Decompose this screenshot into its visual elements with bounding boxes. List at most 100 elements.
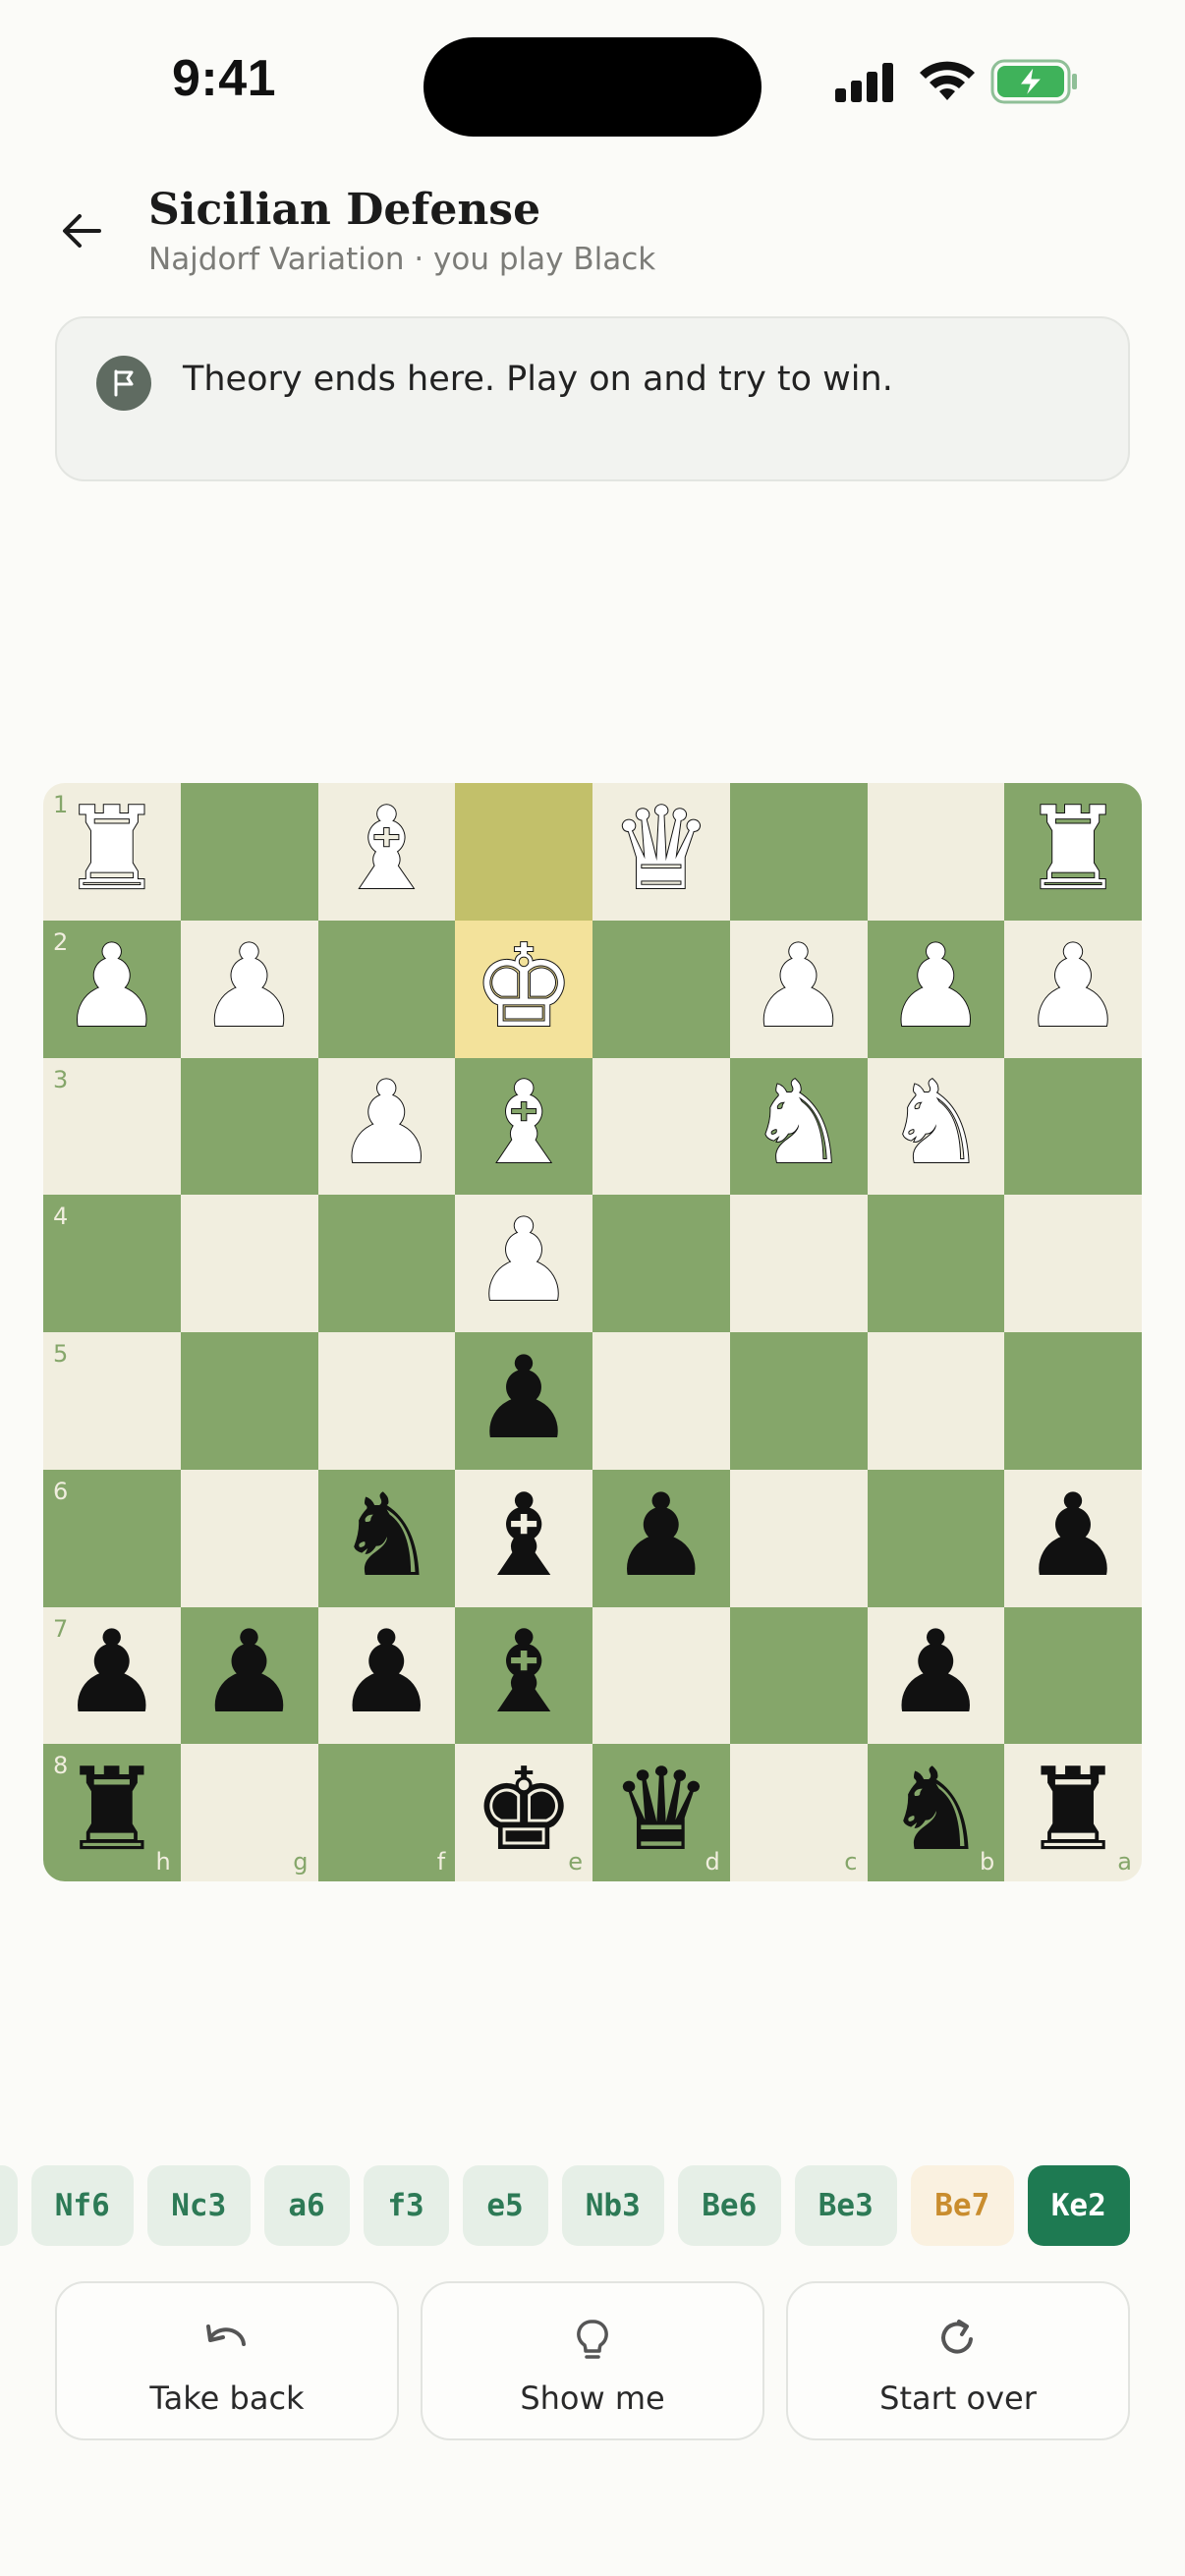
white-pawn-icon[interactable]: ♟ <box>747 928 851 1044</box>
square-d3[interactable] <box>592 1057 730 1196</box>
white-pawn-icon[interactable]: ♟ <box>883 928 988 1044</box>
square-d4[interactable] <box>592 1195 730 1332</box>
move-chip[interactable]: e5 <box>462 2165 548 2246</box>
square-c6[interactable] <box>729 1469 868 1607</box>
square-f3[interactable]: ♟ <box>317 1057 456 1196</box>
black-pawn-icon[interactable]: ♟ <box>1022 1479 1124 1594</box>
back-button[interactable] <box>47 196 116 265</box>
square-c8[interactable]: c <box>729 1744 868 1881</box>
square-h7[interactable]: 7 ♟ <box>43 1606 181 1745</box>
start-over-button[interactable]: Start over <box>786 2281 1130 2440</box>
black-pawn-icon[interactable]: ♟ <box>61 1616 163 1730</box>
chess-board[interactable]: 1 ♜ ♝ ♛ ♜ 2 ♟ ♟ ♚ ♟ ♟ ♟ 3 ♟ ♝ ♞ ♞ 4 ♟ 5 ♟ 6 ♞ ♝ ♟ ♟ 7 ♟ ♟ ♟ ♝ ♟ 8 h ♜ g f e ♚ d… <box>43 783 1142 1881</box>
square-b7[interactable]: ♟ <box>867 1606 1005 1745</box>
black-rook-icon[interactable]: ♜ <box>61 1754 163 1868</box>
move-chip[interactable]: Nf6 <box>30 2165 134 2246</box>
square-g4[interactable] <box>180 1195 318 1332</box>
square-d5[interactable] <box>592 1332 730 1470</box>
black-knight-icon[interactable]: ♞ <box>884 1754 987 1868</box>
white-pawn-icon[interactable]: ♟ <box>60 928 164 1044</box>
square-a7[interactable] <box>1004 1606 1142 1745</box>
square-g1[interactable] <box>180 783 318 921</box>
square-f5[interactable] <box>317 1332 456 1470</box>
square-d8[interactable]: d ♛ <box>592 1744 730 1881</box>
black-knight-icon[interactable]: ♞ <box>335 1479 437 1594</box>
square-c3[interactable]: ♞ <box>729 1057 868 1196</box>
move-chip[interactable] <box>0 2165 18 2246</box>
black-pawn-icon[interactable]: ♟ <box>473 1341 575 1456</box>
white-bishop-icon[interactable]: ♝ <box>472 1066 576 1182</box>
current-move-chip[interactable]: Ke2 <box>1027 2165 1130 2246</box>
white-queen-icon[interactable]: ♛ <box>609 791 713 907</box>
square-f7[interactable]: ♟ <box>317 1606 456 1745</box>
black-bishop-icon[interactable]: ♝ <box>473 1479 575 1594</box>
square-g7[interactable]: ♟ <box>180 1606 318 1745</box>
square-e3[interactable]: ♝ <box>455 1057 592 1196</box>
square-e8[interactable]: e ♚ <box>455 1744 592 1881</box>
black-pawn-icon[interactable]: ♟ <box>884 1616 987 1730</box>
move-chip[interactable]: Be3 <box>794 2165 897 2246</box>
show-me-button[interactable]: Show me <box>421 2281 764 2440</box>
square-e5[interactable]: ♟ <box>455 1332 592 1470</box>
black-pawn-icon[interactable]: ♟ <box>335 1616 437 1730</box>
move-chip[interactable]: Be7 <box>911 2165 1014 2246</box>
square-a3[interactable] <box>1004 1057 1142 1196</box>
square-e7[interactable]: ♝ <box>455 1606 592 1745</box>
square-a5[interactable] <box>1004 1332 1142 1470</box>
square-f2[interactable] <box>317 920 456 1058</box>
white-rook-icon[interactable]: ♜ <box>60 791 164 907</box>
square-b1[interactable] <box>867 783 1005 921</box>
square-f8[interactable]: f <box>317 1744 456 1881</box>
black-queen-icon[interactable]: ♛ <box>610 1754 712 1868</box>
square-c2[interactable]: ♟ <box>729 920 868 1058</box>
square-b3[interactable]: ♞ <box>867 1057 1005 1196</box>
black-bishop-icon[interactable]: ♝ <box>473 1616 575 1730</box>
square-g5[interactable] <box>180 1332 318 1470</box>
square-c1[interactable] <box>729 783 868 921</box>
square-g8[interactable]: g <box>180 1744 318 1881</box>
white-knight-icon[interactable]: ♞ <box>883 1066 988 1182</box>
square-e6[interactable]: ♝ <box>455 1469 592 1607</box>
square-h6[interactable]: 6 <box>43 1469 181 1607</box>
square-h4[interactable]: 4 <box>43 1195 181 1332</box>
square-b4[interactable] <box>867 1195 1005 1332</box>
black-pawn-icon[interactable]: ♟ <box>198 1616 301 1730</box>
move-chip[interactable]: Nb3 <box>561 2165 664 2246</box>
square-h2[interactable]: 2 ♟ <box>43 920 181 1058</box>
white-pawn-icon[interactable]: ♟ <box>1021 928 1125 1044</box>
square-g3[interactable] <box>180 1057 318 1196</box>
square-a8[interactable]: a ♜ <box>1004 1744 1142 1881</box>
square-a2[interactable]: ♟ <box>1004 920 1142 1058</box>
take-back-button[interactable]: Take back <box>55 2281 399 2440</box>
square-d2[interactable] <box>592 920 730 1058</box>
move-chip[interactable]: a6 <box>263 2165 350 2246</box>
square-d6[interactable]: ♟ <box>592 1469 730 1607</box>
move-chip[interactable]: Be6 <box>678 2165 781 2246</box>
square-g6[interactable] <box>180 1469 318 1607</box>
square-d7[interactable] <box>592 1606 730 1745</box>
square-a4[interactable] <box>1004 1195 1142 1332</box>
square-a6[interactable]: ♟ <box>1004 1469 1142 1607</box>
square-h1[interactable]: 1 ♜ <box>43 783 181 921</box>
black-rook-icon[interactable]: ♜ <box>1022 1754 1124 1868</box>
square-a1[interactable]: ♜ <box>1004 783 1142 921</box>
white-pawn-icon[interactable]: ♟ <box>472 1204 576 1319</box>
square-b8[interactable]: b ♞ <box>867 1744 1005 1881</box>
square-f6[interactable]: ♞ <box>317 1469 456 1607</box>
white-pawn-icon[interactable]: ♟ <box>334 1066 438 1182</box>
square-b5[interactable] <box>867 1332 1005 1470</box>
square-h8[interactable]: 8 h ♜ <box>43 1744 181 1881</box>
white-rook-icon[interactable]: ♜ <box>1021 791 1125 907</box>
move-chip[interactable]: Nc3 <box>147 2165 251 2246</box>
move-chip[interactable]: f3 <box>363 2165 449 2246</box>
square-c5[interactable] <box>729 1332 868 1470</box>
square-b6[interactable] <box>867 1469 1005 1607</box>
square-h3[interactable]: 3 <box>43 1057 181 1196</box>
square-g2[interactable]: ♟ <box>180 920 318 1058</box>
square-c4[interactable] <box>729 1195 868 1332</box>
square-b2[interactable]: ♟ <box>867 920 1005 1058</box>
white-pawn-icon[interactable]: ♟ <box>198 928 302 1044</box>
square-e4[interactable]: ♟ <box>455 1195 592 1332</box>
square-e2[interactable]: ♚ <box>455 920 592 1058</box>
square-d1[interactable]: ♛ <box>592 783 730 921</box>
